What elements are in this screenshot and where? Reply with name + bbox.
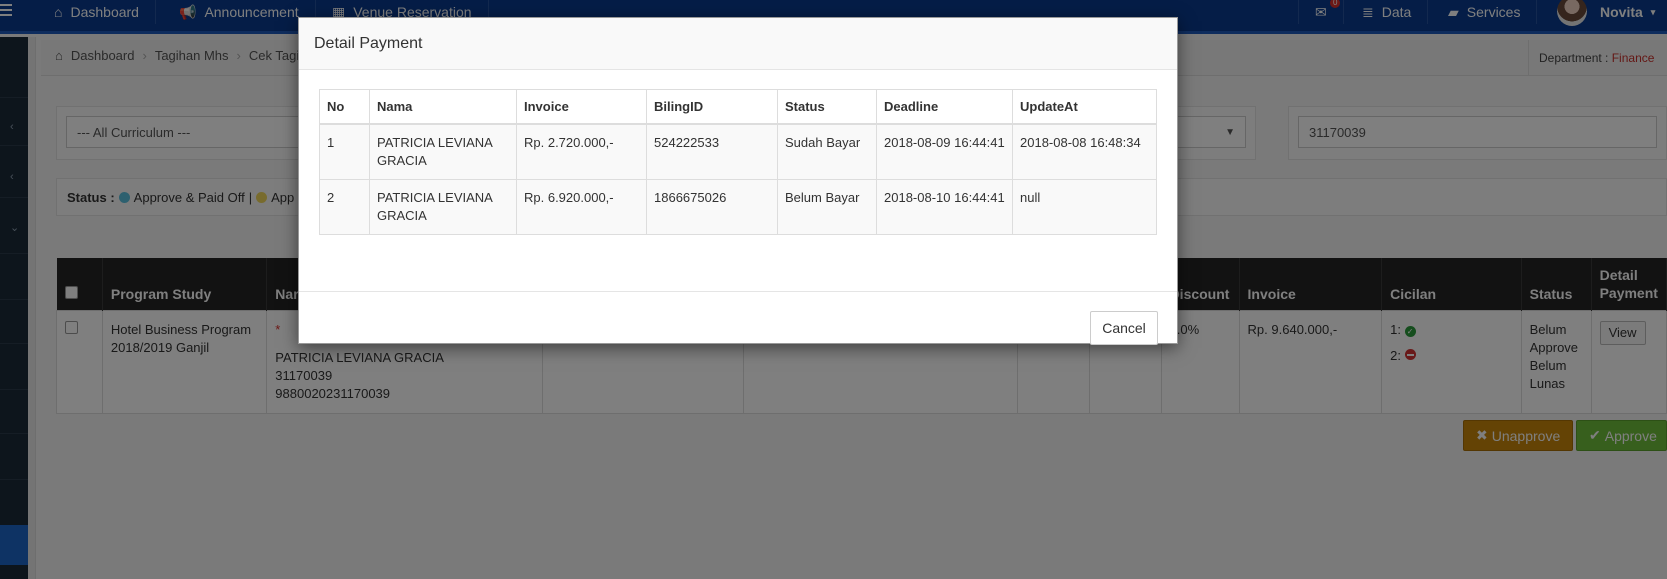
modal-body: No Nama Invoice BilingID Status Deadline… xyxy=(299,70,1177,291)
header-updateat: UpdateAt xyxy=(1012,89,1157,125)
modal-header: Detail Payment xyxy=(299,18,1177,70)
table-row: 2 PATRICIA LEVIANA GRACIA Rp. 6.920.000,… xyxy=(319,179,1157,235)
cancel-button[interactable]: Cancel xyxy=(1090,311,1158,345)
header-nama: Nama xyxy=(369,89,517,125)
modal-footer: Cancel xyxy=(299,291,1177,345)
header-status: Status xyxy=(777,89,877,125)
header-no: No xyxy=(319,89,370,125)
header-invoice: Invoice xyxy=(516,89,647,125)
header-deadline: Deadline xyxy=(876,89,1013,125)
modal-title: Detail Payment xyxy=(314,34,423,52)
detail-payment-modal: Detail Payment No Nama Invoice BilingID … xyxy=(298,17,1178,345)
payment-detail-table: No Nama Invoice BilingID Status Deadline… xyxy=(319,89,1157,235)
header-bilingid: BilingID xyxy=(646,89,778,125)
table-row: 1 PATRICIA LEVIANA GRACIA Rp. 2.720.000,… xyxy=(319,123,1157,180)
